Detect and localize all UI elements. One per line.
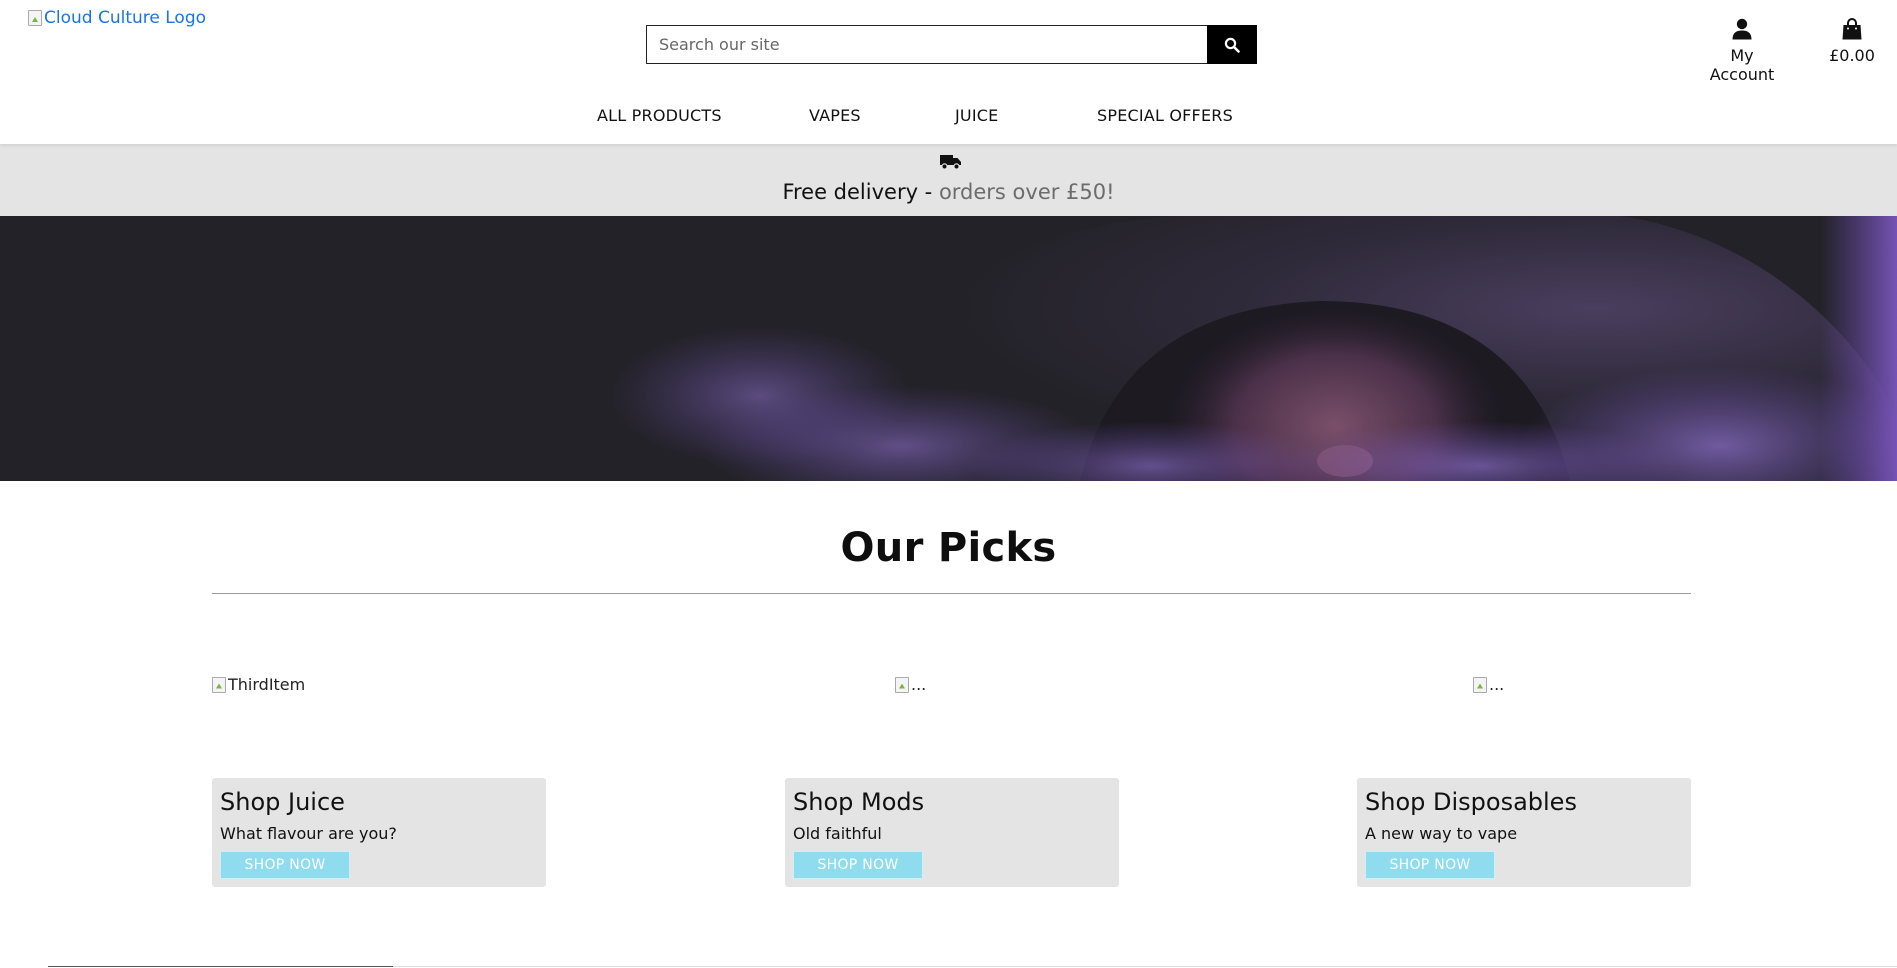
truck-icon [940,155,961,170]
pick-image-disposables: ... [1473,675,1504,694]
logo-alt-text: Cloud Culture Logo [44,8,207,28]
search-input[interactable] [646,25,1207,64]
bag-total: £0.00 [1829,46,1875,65]
delivery-message: Free delivery - orders over £50! [0,180,1897,204]
delivery-banner: Free delivery - orders over £50! [0,144,1897,216]
shopping-bag-icon [1842,18,1862,40]
pick-image-mods: ... [895,675,926,694]
my-account-link[interactable]: My Account [1698,18,1786,84]
broken-image-icon [1473,676,1487,693]
card-subtitle: A new way to vape [1365,824,1518,843]
nav-item-special-offers[interactable]: SPECIAL OFFERS [1097,106,1233,125]
nav-item-juice[interactable]: JUICE [955,106,998,125]
card-title: Shop Juice [220,788,345,816]
delivery-lead: Free delivery - [782,180,939,204]
search-form [646,25,1257,64]
card-shop-juice: Shop Juice What flavour are you? SHOP NO… [212,778,546,887]
pick-image-alt: ... [911,675,927,694]
delivery-highlight: orders over £50! [938,180,1115,204]
shopping-bag-link[interactable]: £0.00 [1828,18,1876,65]
search-icon [1224,37,1240,53]
footer-divider-light [393,966,1897,967]
shop-now-button[interactable]: SHOP NOW [793,851,923,879]
section-divider [212,593,1691,594]
nav-item-vapes[interactable]: VAPES [809,106,861,125]
broken-image-icon [28,10,42,26]
user-icon [1732,18,1752,40]
footer-divider [48,966,393,967]
card-shop-disposables: Shop Disposables A new way to vape SHOP … [1357,778,1691,887]
pick-image-alt: ThirdItem [228,675,306,694]
site-header: Cloud Culture Logo My Account [0,0,1897,144]
hero-image [0,216,1897,481]
card-subtitle: What flavour are you? [220,824,397,843]
shop-now-button[interactable]: SHOP NOW [220,851,350,879]
my-account-label: My Account [1709,46,1775,84]
shop-now-button[interactable]: SHOP NOW [1365,851,1495,879]
broken-image-icon [212,676,226,693]
card-subtitle: Old faithful [793,824,882,843]
card-title: Shop Disposables [1365,788,1577,816]
pick-image-juice: ThirdItem [212,675,305,694]
section-title: Our Picks [840,525,1057,571]
pick-image-alt: ... [1489,675,1505,694]
logo-link[interactable]: Cloud Culture Logo [28,8,206,28]
broken-image-icon [895,676,909,693]
nav-item-all-products[interactable]: ALL PRODUCTS [597,106,722,125]
main-nav: ALL PRODUCTS VAPES JUICE SPECIAL OFFERS [0,100,1897,132]
search-button[interactable] [1207,25,1257,64]
card-title: Shop Mods [793,788,925,816]
card-shop-mods: Shop Mods Old faithful SHOP NOW [785,778,1119,887]
hero-banner [0,216,1897,481]
